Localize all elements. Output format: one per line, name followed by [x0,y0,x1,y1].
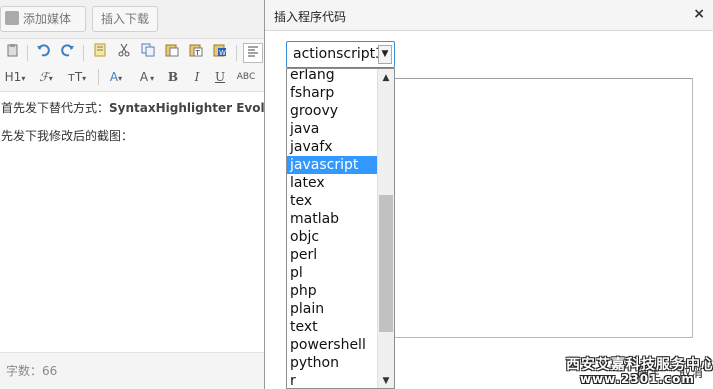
code-textarea[interactable] [395,78,693,338]
highlight-label: A [139,70,149,84]
clear-format-icon[interactable] [90,43,110,63]
dropdown-scrollbar[interactable]: ▲ ▼ [377,69,394,388]
insert-download-label: 插入下载 [100,12,149,26]
scroll-up-icon[interactable]: ▲ [378,71,394,85]
toolbar-row-1: T W [0,41,268,65]
word-count-status: 字数：66 [0,352,268,389]
chevron-down-icon[interactable]: ▼ [378,45,392,64]
dialog-footer: 确定 取消 [619,364,703,381]
language-select-value: actionscript3 [293,46,385,62]
add-media-label: 添加媒体 [23,12,72,26]
highlight-color-dropdown[interactable]: A ▾ [134,67,158,87]
copy-icon[interactable] [138,43,158,63]
code-textarea-border [395,78,693,79]
font-family-label: ℱ [39,70,49,84]
language-option-objc[interactable]: objc [287,228,378,246]
dialog-header: 插入程序代码 × [265,0,713,31]
language-option-fsharp[interactable]: fsharp [287,84,378,102]
media-icon [5,11,19,25]
language-option-powershell[interactable]: powershell [287,336,378,354]
toolbar-separator [27,45,28,61]
heading-label: H1 [4,70,22,84]
content-line-2: 先发下我修改后的截图： [1,129,134,143]
underline-button[interactable]: U [210,67,230,87]
redo-icon[interactable] [58,43,78,63]
dialog-title: 插入程序代码 [274,10,347,24]
language-option-groovy[interactable]: groovy [287,102,378,120]
paste-text-icon[interactable]: T [186,43,206,63]
toolbar-row-2: H1▾ ℱ▾ тT▾ A▾ A ▾ B I U ABC [0,65,268,89]
svg-text:T: T [195,49,201,57]
language-option-javascript[interactable]: javascript [287,156,378,174]
language-option-perl[interactable]: perl [287,246,378,264]
language-option-plain[interactable]: plain [287,300,378,318]
ok-button[interactable]: 确定 [637,366,661,380]
svg-text:W: W [219,49,226,57]
language-option-javafx[interactable]: javafx [287,138,378,156]
toolbar-separator [236,45,237,61]
cancel-button[interactable]: 取消 [679,366,703,380]
language-option-latex[interactable]: latex [287,174,378,192]
line1-prefix: 首先发下替代方式： [1,101,110,115]
font-size-dropdown[interactable]: тT▾ [64,67,90,87]
language-option-java[interactable]: java [287,120,378,138]
strikethrough-button[interactable]: ABC [234,67,258,87]
font-color-dropdown[interactable]: A▾ [104,67,128,87]
media-bar: 添加媒体 插入下载 [0,0,268,38]
language-dropdown-list[interactable]: erlang fsharp groovy java javafx javascript la… [286,68,395,389]
paste-icon[interactable] [162,43,182,63]
content-line-1: 首先发下替代方式：SyntaxHighlighter Evolve [0,100,281,116]
heading-dropdown[interactable]: H1▾ [2,67,28,87]
close-icon[interactable]: × [693,6,705,22]
language-option-pl[interactable]: pl [287,264,378,282]
language-option-text[interactable]: text [287,318,378,336]
font-size-label: тT [67,70,83,84]
italic-button[interactable]: I [187,67,207,87]
toolbar-separator [98,69,99,85]
align-left-icon[interactable] [243,43,263,63]
scroll-down-icon[interactable]: ▼ [378,374,394,388]
editor-content[interactable]: 首先发下替代方式：SyntaxHighlighter Evolve 先发下我修改… [0,100,281,156]
font-family-dropdown[interactable]: ℱ▾ [34,67,58,87]
language-option-matlab[interactable]: matlab [287,210,378,228]
language-select[interactable]: actionscript3 ▼ [286,41,395,68]
editor-toolbar: T W H1▾ ℱ▾ тT▾ A▾ A ▾ B I U ABC [0,38,268,92]
language-options: erlang fsharp groovy java javafx javascript la… [287,69,378,388]
insert-download-button[interactable]: 插入下载 [92,6,158,32]
cut-icon[interactable] [114,43,134,63]
paste-word-icon[interactable]: W [210,43,230,63]
toolbar-separator [83,45,84,61]
language-option-tex[interactable]: tex [287,192,378,210]
language-option-r[interactable]: r [287,372,378,388]
paste-icon[interactable] [3,43,23,63]
add-media-button[interactable]: 添加媒体 [0,6,86,32]
line1-bold-text: SyntaxHighlighter Evolve [109,101,281,115]
language-option-python[interactable]: python [287,354,378,372]
bold-button[interactable]: B [163,67,183,87]
font-color-label: A [109,70,119,84]
post-editor: 添加媒体 插入下载 T W H1▾ ℱ▾ тT▾ A▾ A ▾ B I U AB… [0,0,281,389]
scrollbar-thumb[interactable] [379,195,393,332]
language-option-php[interactable]: php [287,282,378,300]
undo-icon[interactable] [33,43,53,63]
language-option-erlang[interactable]: erlang [287,69,378,84]
